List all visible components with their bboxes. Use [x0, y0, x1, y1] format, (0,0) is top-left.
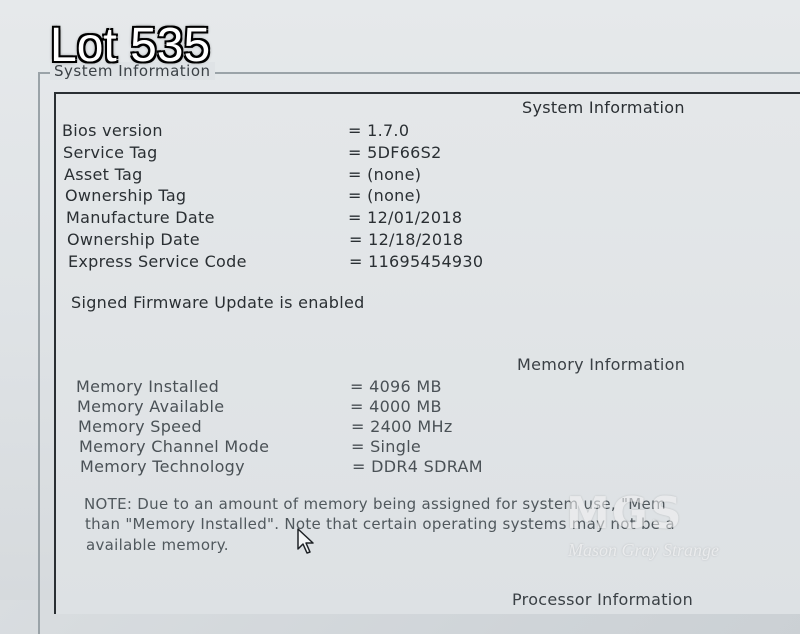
lot-number-label: Lot 535 — [50, 19, 211, 72]
info-label: Service Tag — [63, 143, 158, 162]
memory-label: Memory Channel Mode — [79, 437, 270, 456]
info-label: Bios version — [62, 121, 163, 140]
info-label: Ownership Date — [67, 230, 200, 249]
memory-value: = 4096 MB — [350, 377, 442, 396]
info-value: = 11695454930 — [349, 252, 484, 271]
memory-label: Memory Available — [77, 397, 225, 416]
info-value: = 12/18/2018 — [349, 230, 464, 249]
info-label: Manufacture Date — [66, 208, 215, 227]
info-value: = 12/01/2018 — [348, 208, 463, 227]
system-information-heading: System Information — [522, 98, 685, 117]
watermark-logo: MGS — [566, 488, 684, 539]
memory-value: = 2400 MHz — [351, 417, 453, 436]
info-value: = 1.7.0 — [348, 121, 410, 140]
memory-value: = DDR4 SDRAM — [352, 457, 483, 476]
info-label: Asset Tag — [64, 165, 143, 184]
memory-label: Memory Installed — [76, 377, 220, 396]
memory-label: Memory Speed — [78, 417, 202, 436]
info-value: = 5DF66S2 — [348, 143, 442, 162]
memory-value: = 4000 MB — [350, 397, 442, 416]
firmware-status-text: Signed Firmware Update is enabled — [71, 293, 365, 312]
info-value: = (none) — [348, 186, 422, 205]
info-value: = (none) — [348, 165, 422, 184]
mouse-pointer-icon — [297, 528, 314, 554]
memory-information-heading: Memory Information — [517, 355, 686, 374]
info-label: Ownership Tag — [65, 186, 187, 205]
memory-note-line-3: available memory. — [86, 536, 229, 554]
watermark: MGS Mason Gray Strange — [560, 488, 750, 568]
watermark-text: Mason Gray Strange — [568, 540, 719, 560]
info-label: Express Service Code — [68, 252, 247, 271]
memory-label: Memory Technology — [80, 457, 245, 476]
memory-value: = Single — [351, 437, 422, 456]
